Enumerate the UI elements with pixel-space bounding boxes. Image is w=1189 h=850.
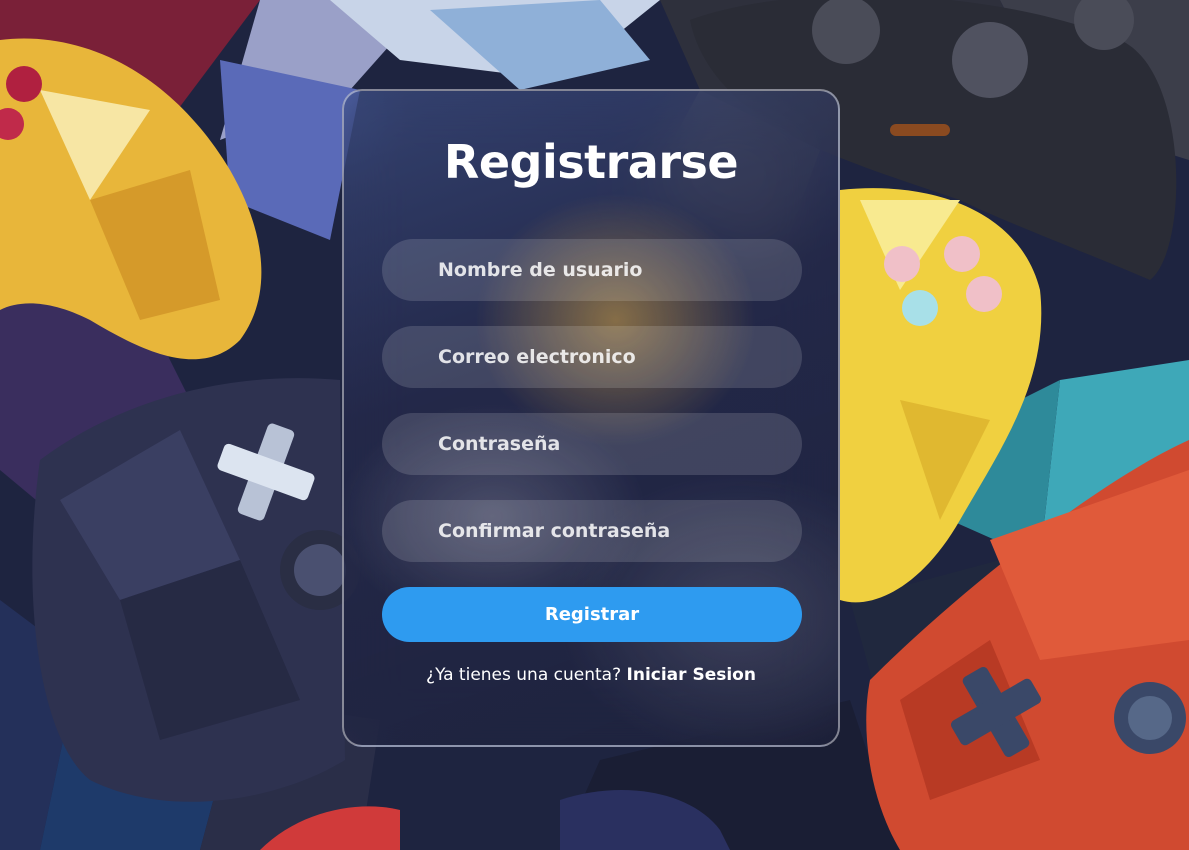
login-link[interactable]: Iniciar Sesion bbox=[627, 665, 756, 685]
confirm-password-input[interactable] bbox=[382, 500, 802, 562]
username-input[interactable] bbox=[382, 239, 802, 301]
register-button[interactable]: Registrar bbox=[382, 587, 802, 642]
email-input[interactable] bbox=[382, 326, 802, 388]
register-card: Registrarse Registrar ¿Ya tienes una cue… bbox=[342, 89, 840, 747]
login-prompt-text: ¿Ya tienes una cuenta? bbox=[426, 665, 622, 685]
login-prompt: ¿Ya tienes una cuenta? Iniciar Sesion bbox=[344, 665, 838, 685]
password-input[interactable] bbox=[382, 413, 802, 475]
page-title: Registrarse bbox=[443, 135, 739, 189]
